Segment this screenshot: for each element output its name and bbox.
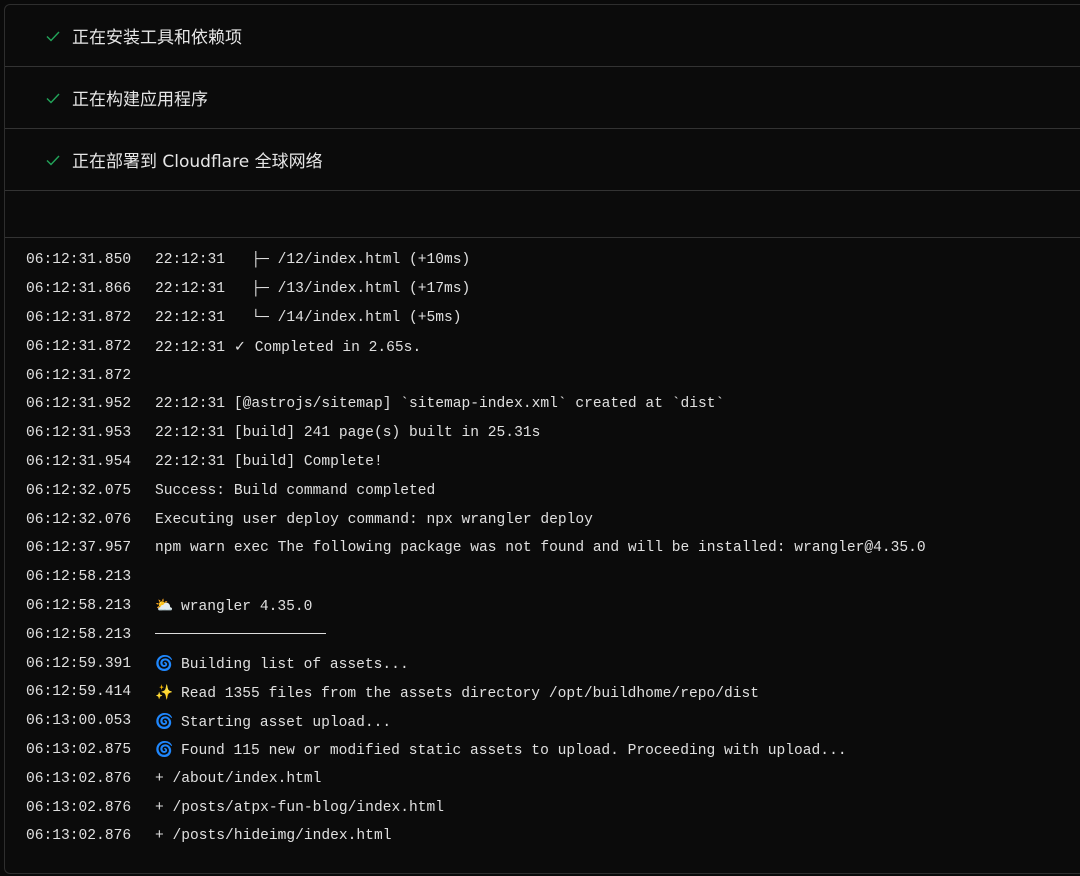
build-steps: 正在安装工具和依赖项正在构建应用程序正在部署到 Cloudflare 全球网络 <box>5 5 1080 191</box>
build-step[interactable]: 正在安装工具和依赖项 <box>5 5 1080 67</box>
log-timestamp: 06:12:31.850 <box>26 252 155 268</box>
log-timestamp: 06:12:31.866 <box>26 281 155 297</box>
log-line: 06:12:31.95322:12:31 [build] 241 page(s)… <box>26 419 1080 448</box>
log-line: 06:12:37.957npm warn exec The following … <box>26 534 1080 563</box>
log-timestamp: 06:12:31.872 <box>26 310 155 326</box>
log-line: 06:12:58.213 <box>26 620 1080 649</box>
log-text: 22:12:31 [@astrojs/sitemap] `sitemap-ind… <box>155 396 724 412</box>
build-log[interactable]: 06:12:31.85022:12:31 ├─ /12/index.html (… <box>5 238 1080 851</box>
log-message <box>155 627 326 643</box>
log-timestamp: 06:12:32.075 <box>26 483 155 499</box>
log-line: 06:13:02.876+ /posts/hideimg/index.html <box>26 822 1080 851</box>
step-label: 正在安装工具和依赖项 <box>72 23 242 48</box>
log-message: 22:12:31 └─ /14/index.html (+5ms) <box>155 310 462 326</box>
log-text: Starting asset upload... <box>181 715 391 731</box>
log-message: 22:12:31 ✓ Completed in 2.65s. <box>155 338 421 356</box>
log-message: 22:12:31 ├─ /12/index.html (+10ms) <box>155 252 470 268</box>
log-timestamp: 06:12:58.213 <box>26 569 155 585</box>
log-timestamp: 06:12:31.872 <box>26 368 155 384</box>
log-text: 22:12:31 ├─ /13/index.html (+17ms) <box>155 281 470 297</box>
step-label: 正在部署到 Cloudflare 全球网络 <box>72 147 323 172</box>
log-message: npm warn exec The following package was … <box>155 540 926 556</box>
divider-line <box>155 633 326 634</box>
cyclone-icon: 🌀 <box>155 712 173 731</box>
cyclone-icon: 🌀 <box>155 654 173 673</box>
log-timestamp: 06:12:59.414 <box>26 684 155 700</box>
cyclone-icon: 🌀 <box>155 740 173 759</box>
cloud-sun-icon: ⛅ <box>155 596 173 615</box>
build-step[interactable]: 正在部署到 Cloudflare 全球网络 <box>5 129 1080 191</box>
log-text: + /posts/hideimg/index.html <box>155 828 391 844</box>
log-timestamp: 06:12:31.952 <box>26 396 155 412</box>
log-timestamp: 06:13:02.876 <box>26 771 155 787</box>
log-message: + /posts/atpx-fun-blog/index.html <box>155 800 444 816</box>
log-timestamp: 06:13:02.876 <box>26 828 155 844</box>
log-text: Building list of assets... <box>181 657 409 673</box>
log-timestamp: 06:12:31.953 <box>26 425 155 441</box>
log-timestamp: 06:12:32.076 <box>26 512 155 528</box>
log-text: Success: Build command completed <box>155 483 435 499</box>
log-message: 22:12:31 ├─ /13/index.html (+17ms) <box>155 281 470 297</box>
log-line: 06:12:31.95422:12:31 [build] Complete! <box>26 448 1080 477</box>
log-line: 06:13:02.875🌀 Found 115 new or modified s… <box>26 736 1080 765</box>
log-message: 🌀 Starting asset upload... <box>155 712 391 731</box>
log-message: 22:12:31 [build] 241 page(s) built in 25… <box>155 425 540 441</box>
log-line: 06:12:59.391🌀 Building list of assets... <box>26 649 1080 678</box>
log-message: ✨ Read 1355 files from the assets directo… <box>155 683 759 702</box>
log-line: 06:12:58.213 <box>26 563 1080 592</box>
log-text: 22:12:31 [build] Complete! <box>155 454 383 470</box>
log-message: 22:12:31 [build] Complete! <box>155 454 383 470</box>
log-line: 06:12:31.87222:12:31 ✓ Completed in 2.65… <box>26 332 1080 361</box>
log-line: 06:12:31.85022:12:31 ├─ /12/index.html (… <box>26 246 1080 275</box>
log-text: Found 115 new or modified static assets … <box>181 743 847 759</box>
log-line: 06:12:31.872 <box>26 361 1080 390</box>
check-icon <box>45 152 61 168</box>
log-message: 🌀 Found 115 new or modified static assets… <box>155 740 847 759</box>
log-timestamp: 06:12:58.213 <box>26 598 155 614</box>
log-timestamp: 06:12:37.957 <box>26 540 155 556</box>
log-timestamp: 06:12:31.872 <box>26 339 155 355</box>
build-step[interactable]: 正在构建应用程序 <box>5 67 1080 129</box>
log-text: 22:12:31 ✓ Completed in 2.65s. <box>155 340 421 356</box>
step-label: 正在构建应用程序 <box>72 85 208 110</box>
log-timestamp: 06:12:58.213 <box>26 627 155 643</box>
log-text: 22:12:31 └─ /14/index.html (+5ms) <box>155 310 462 326</box>
log-message: Success: Build command completed <box>155 483 435 499</box>
log-line: 06:12:58.213⛅ wrangler 4.35.0 <box>26 592 1080 621</box>
log-text: 22:12:31 ├─ /12/index.html (+10ms) <box>155 252 470 268</box>
log-text: wrangler 4.35.0 <box>181 599 312 615</box>
divider <box>5 191 1080 238</box>
log-text: + /about/index.html <box>155 771 321 787</box>
log-message: + /posts/hideimg/index.html <box>155 828 391 844</box>
log-timestamp: 06:12:31.954 <box>26 454 155 470</box>
log-text: npm warn exec The following package was … <box>155 540 926 556</box>
log-message: 22:12:31 [@astrojs/sitemap] `sitemap-ind… <box>155 396 724 412</box>
log-line: 06:12:31.87222:12:31 └─ /14/index.html (… <box>26 304 1080 333</box>
log-message: 🌀 Building list of assets... <box>155 654 409 673</box>
log-line: 06:12:32.075Success: Build command compl… <box>26 476 1080 505</box>
check-icon <box>45 90 61 106</box>
log-message: ⛅ wrangler 4.35.0 <box>155 596 312 615</box>
log-timestamp: 06:13:00.053 <box>26 713 155 729</box>
log-line: 06:12:59.414✨ Read 1355 files from the as… <box>26 678 1080 707</box>
log-text: Executing user deploy command: npx wrang… <box>155 512 593 528</box>
check-icon <box>45 28 61 44</box>
log-text: + /posts/atpx-fun-blog/index.html <box>155 800 444 816</box>
log-message: + /about/index.html <box>155 771 321 787</box>
log-line: 06:13:00.053🌀 Starting asset upload... <box>26 707 1080 736</box>
log-text: 22:12:31 [build] 241 page(s) built in 25… <box>155 425 540 441</box>
log-line: 06:12:32.076Executing user deploy comman… <box>26 505 1080 534</box>
log-text: Read 1355 files from the assets director… <box>181 686 759 702</box>
log-message: Executing user deploy command: npx wrang… <box>155 512 593 528</box>
log-line: 06:13:02.876+ /about/index.html <box>26 764 1080 793</box>
log-timestamp: 06:13:02.875 <box>26 742 155 758</box>
log-timestamp: 06:13:02.876 <box>26 800 155 816</box>
log-line: 06:13:02.876+ /posts/atpx-fun-blog/index… <box>26 793 1080 822</box>
deployment-panel: 正在安装工具和依赖项正在构建应用程序正在部署到 Cloudflare 全球网络 … <box>4 4 1080 874</box>
log-timestamp: 06:12:59.391 <box>26 656 155 672</box>
log-line: 06:12:31.95222:12:31 [@astrojs/sitemap] … <box>26 390 1080 419</box>
log-line: 06:12:31.86622:12:31 ├─ /13/index.html (… <box>26 275 1080 304</box>
sparkles-icon: ✨ <box>155 683 173 702</box>
